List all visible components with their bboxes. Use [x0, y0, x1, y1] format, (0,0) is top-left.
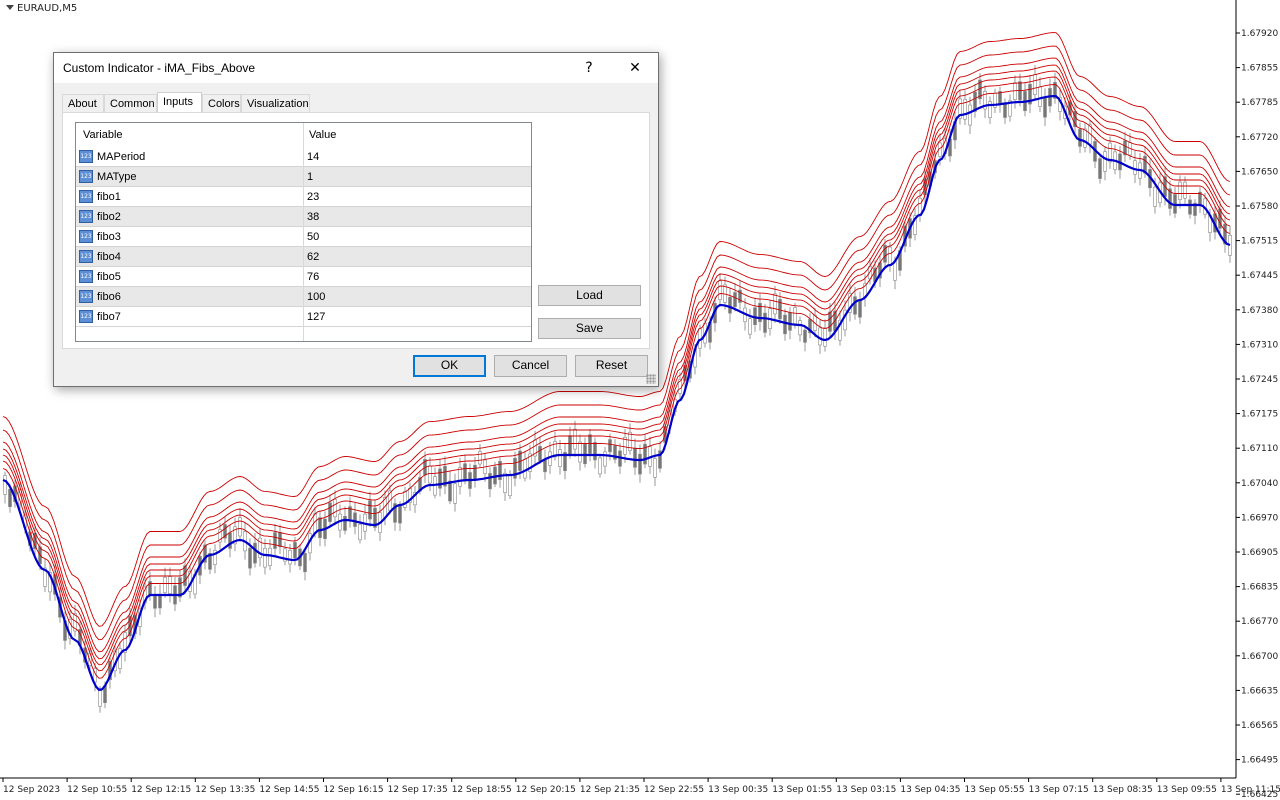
chart-symbol-label[interactable]: EURAUD,M5	[6, 3, 77, 14]
input-variable-name: MAType	[97, 171, 137, 183]
input-variable-name: fibo5	[97, 271, 121, 283]
price-tick-label: 1.67515	[1241, 237, 1278, 247]
input-value[interactable]: 100	[307, 291, 325, 303]
column-divider[interactable]	[303, 123, 304, 341]
price-tick-label: 1.67650	[1241, 167, 1278, 177]
input-value[interactable]: 14	[307, 151, 319, 163]
tab-about[interactable]: About	[62, 94, 104, 112]
price-tick-label: 1.67175	[1241, 410, 1278, 420]
time-tick-label: 12 Sep 10:55	[67, 785, 127, 795]
price-tick-label: 1.66835	[1241, 583, 1278, 593]
inputs-panel: Variable Value 123 MAPeriod 14 123 MAType 1 12…	[62, 112, 650, 349]
reset-button[interactable]: Reset	[575, 355, 648, 377]
tab-inputs[interactable]: Inputs	[157, 92, 202, 113]
dialog-titlebar[interactable]: Custom Indicator - iMA_Fibs_Above ? ✕	[54, 53, 658, 83]
price-tick-label: 1.67380	[1241, 306, 1278, 316]
price-tick-label: 1.67110	[1241, 444, 1278, 454]
time-tick-label: 13 Sep 11:15	[1221, 785, 1280, 795]
input-variable-name: fibo2	[97, 211, 121, 223]
integer-type-icon: 123	[79, 170, 93, 183]
tab-visualization[interactable]: Visualization	[241, 94, 310, 112]
time-tick-label: 12 Sep 13:35	[195, 785, 255, 795]
integer-type-icon: 123	[79, 150, 93, 163]
integer-type-icon: 123	[79, 210, 93, 223]
column-variable[interactable]: Variable	[83, 129, 123, 141]
integer-type-icon: 123	[79, 290, 93, 303]
input-variable-name: fibo1	[97, 191, 121, 203]
input-value[interactable]: 127	[307, 311, 325, 323]
time-tick-label: 13 Sep 03:15	[836, 785, 896, 795]
time-tick-label: 12 Sep 22:55	[644, 785, 704, 795]
cancel-button[interactable]: Cancel	[494, 355, 567, 377]
input-variable-name: MAPeriod	[97, 151, 146, 163]
help-button[interactable]: ?	[566, 53, 612, 83]
time-tick-label: 13 Sep 01:55	[772, 785, 832, 795]
integer-type-icon: 123	[79, 270, 93, 283]
tab-common[interactable]: Common	[104, 94, 157, 112]
time-tick-label: 12 Sep 17:35	[388, 785, 448, 795]
custom-indicator-dialog: Custom Indicator - iMA_Fibs_Above ? ✕ Ab…	[53, 52, 659, 387]
time-tick-label: 13 Sep 07:15	[1029, 785, 1089, 795]
price-tick-label: 1.66635	[1241, 686, 1278, 696]
price-tick-label: 1.66700	[1241, 652, 1278, 662]
price-tick-label: 1.67445	[1241, 271, 1278, 281]
price-tick-label: 1.67855	[1241, 64, 1278, 74]
time-tick-label: 12 Sep 16:15	[324, 785, 384, 795]
price-tick-label: 1.67310	[1241, 340, 1278, 350]
tab-colors[interactable]: Colors	[202, 94, 241, 112]
input-value[interactable]: 23	[307, 191, 319, 203]
inputs-grid: Variable Value 123 MAPeriod 14 123 MAType 1 12…	[75, 122, 532, 342]
input-value[interactable]: 76	[307, 271, 319, 283]
close-button[interactable]: ✕	[612, 53, 658, 83]
input-value[interactable]: 38	[307, 211, 319, 223]
integer-type-icon: 123	[79, 310, 93, 323]
integer-type-icon: 123	[79, 230, 93, 243]
integer-type-icon: 123	[79, 250, 93, 263]
time-tick-label: 12 Sep 18:55	[452, 785, 512, 795]
column-value[interactable]: Value	[309, 129, 336, 141]
time-tick-label: 13 Sep 09:55	[1157, 785, 1217, 795]
input-variable-name: fibo7	[97, 311, 121, 323]
dialog-title: Custom Indicator - iMA_Fibs_Above	[63, 61, 256, 75]
time-tick-label: 12 Sep 12:15	[131, 785, 191, 795]
time-tick-label: 12 Sep 21:35	[580, 785, 640, 795]
save-button[interactable]: Save	[538, 318, 641, 339]
price-tick-label: 1.67245	[1241, 375, 1278, 385]
price-tick-label: 1.66495	[1241, 756, 1278, 766]
time-tick-label: 12 Sep 2023	[3, 785, 60, 795]
price-tick-label: 1.67920	[1241, 29, 1278, 39]
resize-grip-icon[interactable]	[646, 374, 656, 384]
price-tick-label: 1.67785	[1241, 98, 1278, 108]
time-tick-label: 13 Sep 08:35	[1093, 785, 1153, 795]
price-tick-label: 1.66770	[1241, 617, 1278, 627]
input-value[interactable]: 62	[307, 251, 319, 263]
price-tick-label: 1.66565	[1241, 721, 1278, 731]
input-variable-name: fibo6	[97, 291, 121, 303]
time-tick-label: 12 Sep 14:55	[259, 785, 319, 795]
price-tick-label: 1.66970	[1241, 513, 1278, 523]
time-tick-label: 13 Sep 00:35	[708, 785, 768, 795]
price-tick-label: 1.67720	[1241, 133, 1278, 143]
load-button[interactable]: Load	[538, 285, 641, 306]
ok-button[interactable]: OK	[413, 355, 486, 377]
time-tick-label: 12 Sep 20:15	[516, 785, 576, 795]
input-variable-name: fibo3	[97, 231, 121, 243]
input-variable-name: fibo4	[97, 251, 121, 263]
price-tick-label: 1.66905	[1241, 548, 1278, 558]
time-tick-label: 13 Sep 04:35	[900, 785, 960, 795]
price-tick-label: 1.67580	[1241, 202, 1278, 212]
symbol-text: EURAUD,M5	[17, 3, 78, 14]
price-tick-label: 1.67040	[1241, 479, 1278, 489]
chevron-down-icon	[6, 5, 14, 10]
input-value[interactable]: 50	[307, 231, 319, 243]
input-value[interactable]: 1	[307, 171, 313, 183]
integer-type-icon: 123	[79, 190, 93, 203]
time-tick-label: 13 Sep 05:55	[965, 785, 1025, 795]
